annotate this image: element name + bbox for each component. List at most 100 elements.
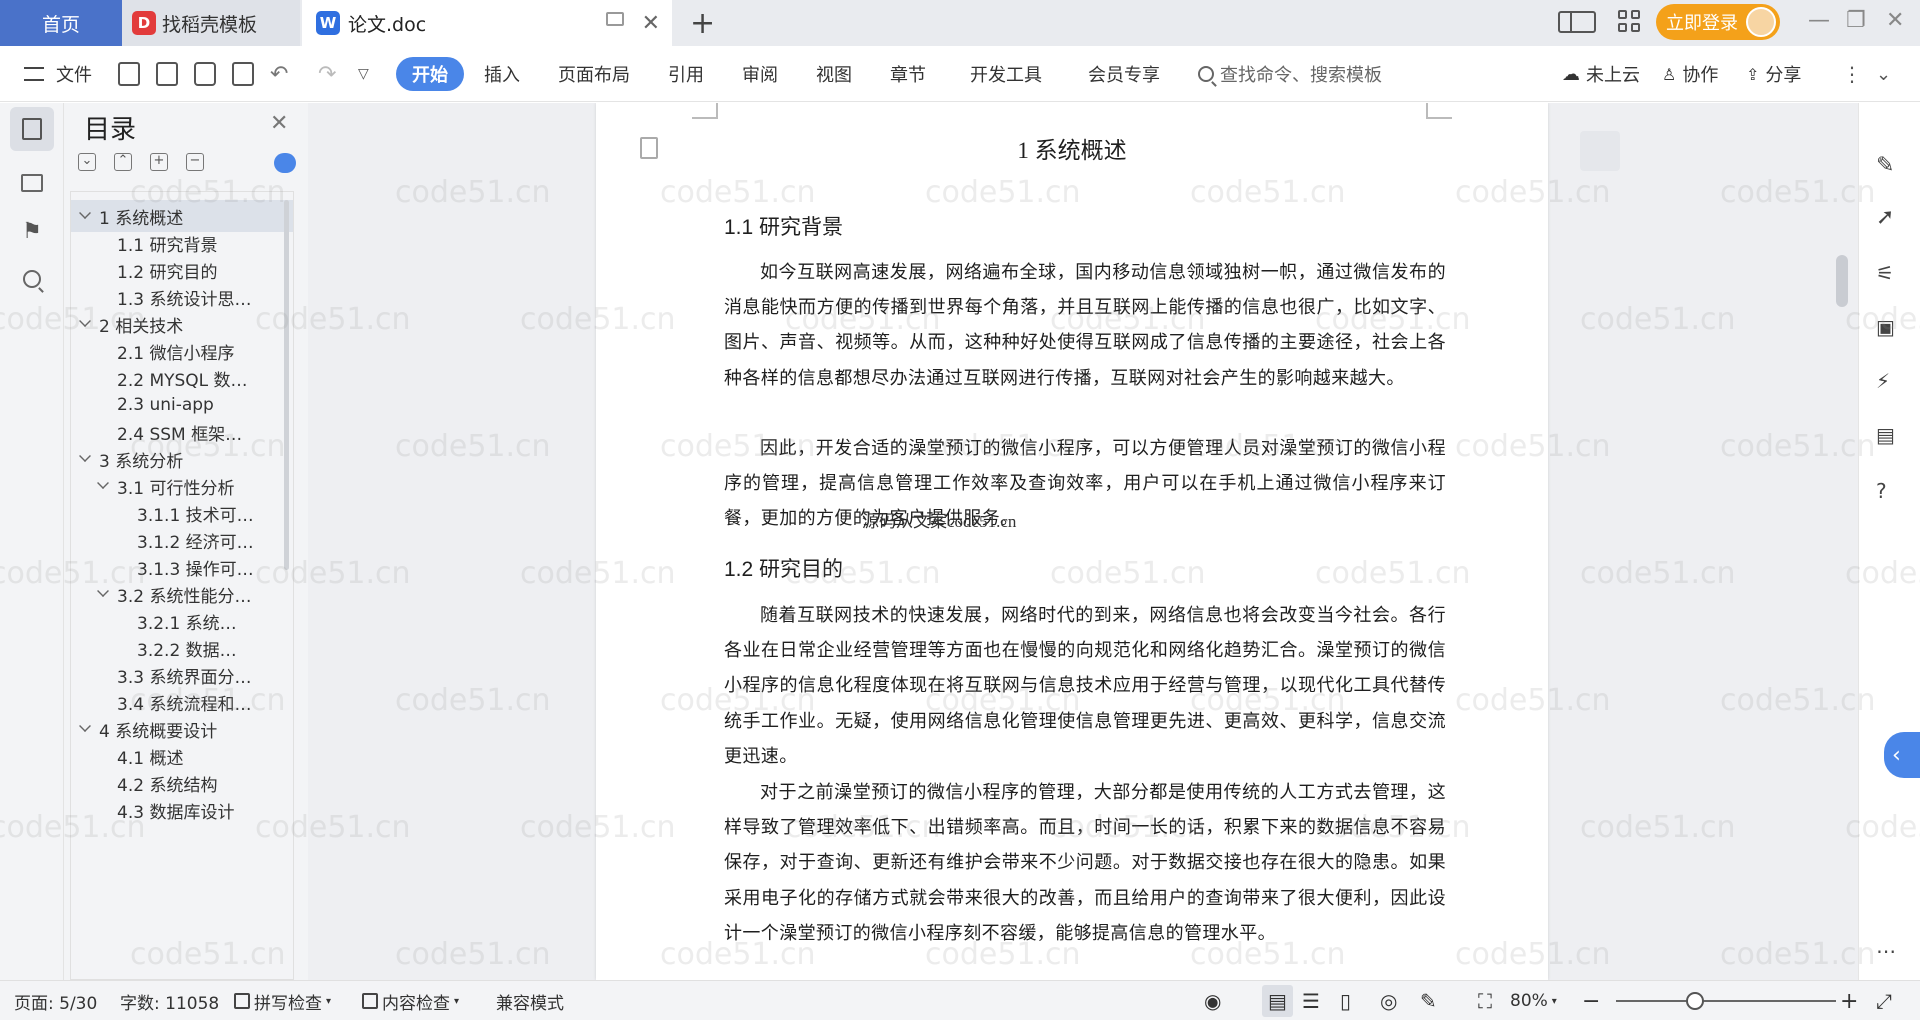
chevron-down-icon[interactable]: [79, 450, 91, 462]
ribbon-tab-start[interactable]: 开始: [396, 57, 464, 91]
reader-icon[interactable]: ▤: [1876, 423, 1902, 449]
ai-assistant-icon[interactable]: [274, 153, 296, 173]
content-check-button[interactable]: 内容检查 ▾: [362, 981, 459, 1021]
floating-toolbar-button[interactable]: [1580, 131, 1620, 171]
fit-page-icon[interactable]: ⛶: [1478, 981, 1492, 1021]
close-icon[interactable]: ✕: [270, 111, 288, 136]
right-rail: ✎ ➚ ⚟ ▣ ⚡ ▤ ? ⋯: [1858, 103, 1920, 980]
zoom-slider[interactable]: [1616, 1000, 1836, 1002]
quick-access-dropdown-icon[interactable]: ▽: [358, 46, 369, 102]
zoom-in-icon[interactable]: +: [1840, 981, 1858, 1021]
scrollbar-thumb[interactable]: [1836, 255, 1848, 307]
panel-expand-button[interactable]: ‹: [1884, 732, 1920, 778]
login-label: 立即登录: [1666, 13, 1738, 34]
command-search-input[interactable]: 查找命令、搜索模板: [1198, 46, 1382, 102]
expand-level-icon[interactable]: ⌃: [114, 153, 132, 171]
share-button[interactable]: ⇪ 分享: [1746, 46, 1801, 102]
cloud-status-button[interactable]: ☁ 未上云: [1562, 46, 1640, 102]
ribbon-tab-chapter[interactable]: 章节: [890, 46, 926, 102]
ribbon-tab-view[interactable]: 视图: [816, 46, 852, 102]
find-button[interactable]: [10, 257, 54, 301]
collaborate-button[interactable]: ♙ 协作: [1662, 46, 1718, 102]
cursor-icon[interactable]: ➚: [1876, 205, 1902, 231]
restore-icon[interactable]: ❐: [1846, 8, 1866, 33]
print-preview-icon[interactable]: [232, 62, 254, 86]
tab-template[interactable]: D 找稻壳模板: [122, 0, 300, 46]
hamburger-icon: [24, 67, 44, 81]
file-menu[interactable]: 文件: [24, 46, 92, 102]
outline-view-icon[interactable]: ☰: [1302, 981, 1320, 1021]
page-counter[interactable]: 页面: 5/30: [14, 981, 97, 1021]
bookmark-icon: ⚑: [22, 218, 42, 244]
apps-grid-icon[interactable]: [1618, 10, 1642, 34]
ribbon-tab-insert[interactable]: 插入: [484, 46, 520, 102]
write-mode-icon[interactable]: ✎: [1420, 981, 1437, 1021]
word-count[interactable]: 字数: 11058: [120, 981, 219, 1021]
chevron-down-icon[interactable]: [79, 720, 91, 732]
collapse-ribbon-icon[interactable]: ⌄: [1876, 46, 1891, 102]
toc-item-label: 1.2 研究目的: [117, 262, 218, 283]
pen-icon[interactable]: ✎: [1876, 153, 1902, 179]
eye-protection-icon[interactable]: ◉: [1204, 981, 1221, 1021]
user-icon: ♙: [1662, 64, 1677, 84]
zoom-slider-knob[interactable]: [1686, 992, 1704, 1010]
dropdown-arrow-icon: ▾: [326, 995, 332, 1007]
image-tools-icon[interactable]: ▣: [1876, 315, 1902, 341]
print-icon[interactable]: [194, 62, 216, 86]
layout-toggle-icon[interactable]: [1558, 11, 1596, 33]
toc-panel-button[interactable]: [10, 107, 54, 151]
paragraph: 因此，开发合适的澡堂预订的微信小程序，可以方便管理人员对澡堂预订的微信小程序的管…: [724, 438, 1446, 529]
document-page[interactable]: 1 系统概述 1.1 研究背景 如今互联网高速发展，网络遍布全球，国内移动信息领…: [596, 103, 1548, 980]
collapse-all-icon[interactable]: ⌄: [78, 153, 96, 171]
ribbon-tab-developer[interactable]: 开发工具: [970, 46, 1042, 102]
source-watermark-text: 源码从文案code51.cn: [862, 512, 1017, 531]
tab-home[interactable]: 首页: [0, 0, 122, 46]
redo-icon[interactable]: ↷: [318, 46, 336, 102]
tab-document[interactable]: W 论文.doc ✕: [302, 0, 672, 46]
help-icon[interactable]: ?: [1876, 479, 1902, 505]
toc-item[interactable]: 4.3 数据库设计: [71, 794, 293, 826]
margin-corner-right: [1426, 103, 1452, 119]
more-icon[interactable]: ⋯: [1876, 939, 1902, 965]
ribbon-tab-layout[interactable]: 页面布局: [558, 46, 630, 102]
toc-item-label: 4.1 概述: [117, 748, 184, 769]
navigation-button[interactable]: [10, 161, 54, 205]
remove-heading-icon[interactable]: −: [186, 153, 204, 171]
monitor-icon[interactable]: [606, 12, 624, 26]
page-view-icon[interactable]: ▤: [1262, 985, 1293, 1017]
ribbon-tab-member[interactable]: 会员专享: [1088, 46, 1160, 102]
ribbon-tab-review[interactable]: 审阅: [742, 46, 778, 102]
vertical-scrollbar[interactable]: [1833, 111, 1851, 971]
toc-item-label: 3.3 系统界面分…: [117, 667, 252, 688]
chevron-down-icon[interactable]: [97, 585, 109, 597]
export-pdf-icon[interactable]: [156, 62, 178, 86]
sliders-icon[interactable]: ⚟: [1876, 261, 1902, 287]
zoom-out-icon[interactable]: −: [1582, 981, 1600, 1021]
new-tab-button[interactable]: +: [690, 6, 715, 41]
chevron-down-icon[interactable]: [97, 477, 109, 489]
save-icon[interactable]: [118, 62, 140, 86]
chapter-nav-icon: [21, 174, 43, 192]
bookmark-button[interactable]: ⚑: [10, 209, 54, 253]
fullscreen-icon[interactable]: ⤢: [1876, 981, 1892, 1021]
lightning-icon[interactable]: ⚡: [1876, 369, 1902, 395]
share-icon: ⇪: [1746, 64, 1760, 84]
add-heading-icon[interactable]: +: [150, 153, 168, 171]
toc-scrollbar[interactable]: [284, 200, 289, 570]
undo-icon[interactable]: ↶: [270, 46, 288, 102]
zoom-level-dropdown[interactable]: 80% ▾: [1510, 981, 1557, 1021]
login-button[interactable]: 立即登录: [1656, 4, 1780, 40]
ribbon-tab-reference[interactable]: 引用: [668, 46, 704, 102]
close-tab-icon[interactable]: ✕: [642, 11, 660, 36]
close-window-icon[interactable]: ✕: [1886, 8, 1904, 33]
chevron-down-icon[interactable]: [79, 315, 91, 327]
search-icon: [1198, 66, 1214, 82]
spell-check-button[interactable]: 拼写检查 ▾: [234, 981, 331, 1021]
read-view-icon[interactable]: ▯: [1340, 981, 1351, 1021]
more-options-icon[interactable]: ⋮: [1842, 46, 1862, 102]
toc-item-label: 4 系统概要设计: [99, 721, 218, 742]
chevron-down-icon[interactable]: [79, 207, 91, 219]
web-view-icon[interactable]: ◎: [1380, 981, 1397, 1021]
ribbon-tab-start-label: 开始: [412, 65, 448, 86]
minimize-icon[interactable]: —: [1808, 8, 1830, 33]
